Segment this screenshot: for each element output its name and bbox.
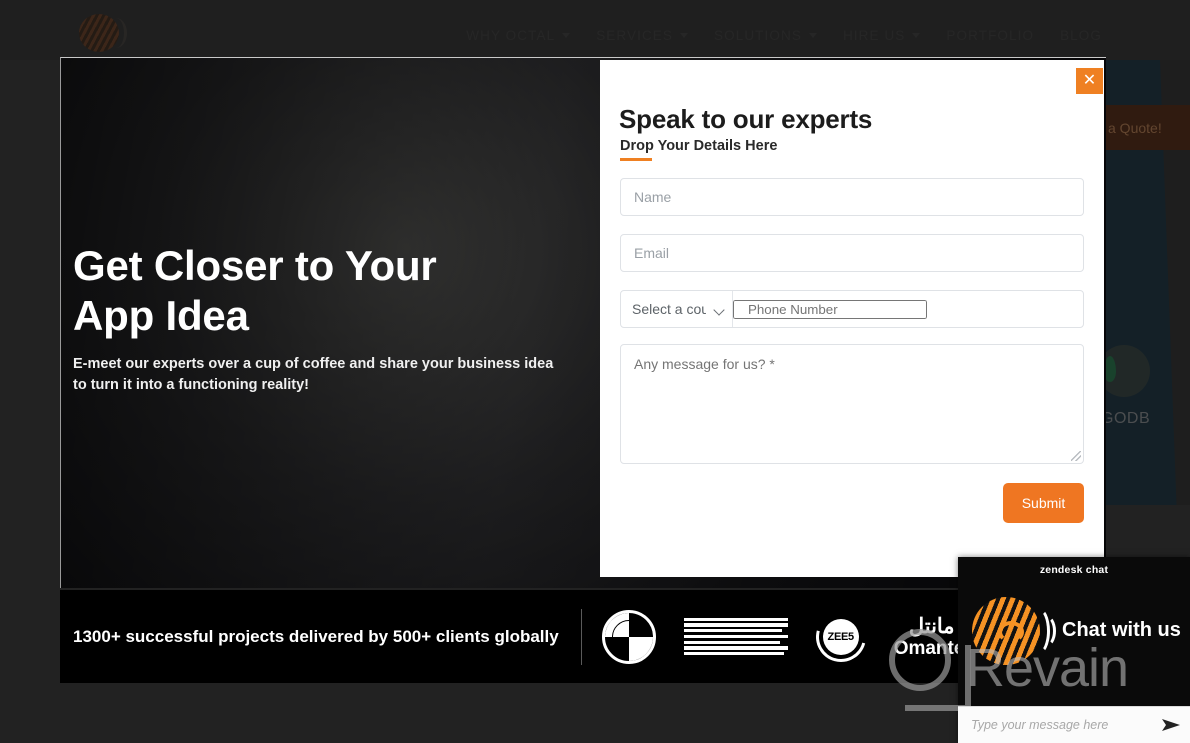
ibm-stripe: [683, 617, 788, 621]
phone-row: Select a cou: [620, 290, 1084, 328]
hero-copy: Get Closer to Your App Idea E-meet our e…: [73, 241, 613, 396]
ibm-stripe: [683, 646, 788, 650]
sound-wave-icon: [1036, 615, 1056, 647]
modal-subtitle: Drop Your Details Here: [620, 138, 778, 154]
ibm-stripe: [683, 652, 784, 656]
zee5-label: ZEE5: [827, 630, 855, 643]
close-icon[interactable]: ✕: [1076, 68, 1103, 94]
hero-title-line-2: App Idea: [73, 291, 249, 339]
send-arrow-icon[interactable]: [1152, 718, 1190, 732]
zee5-logo-icon: ZEE5: [806, 602, 875, 671]
screenshot-root: WHY OCTAL SERVICES SOLUTIONS HIRE US POR…: [0, 0, 1190, 743]
hero-title: Get Closer to Your App Idea: [73, 241, 613, 340]
clients-statement: 1300+ successful projects delivered by 5…: [73, 626, 559, 646]
phone-input[interactable]: [733, 299, 927, 319]
country-select[interactable]: Select a cou: [621, 291, 732, 327]
submit-button[interactable]: Submit: [1003, 483, 1084, 523]
divider: [580, 608, 582, 665]
contact-modal: ✕ Speak to our experts Drop Your Details…: [600, 60, 1104, 577]
zendesk-chat-widget: zendesk chat Chat with us Revain: [889, 557, 1190, 743]
chat-body[interactable]: Chat with us Revain: [889, 583, 1190, 711]
clients-banner-lit: 1300+ successful projects delivered by 5…: [60, 590, 1106, 683]
message-field[interactable]: [620, 344, 1084, 464]
email-field[interactable]: [620, 234, 1084, 272]
hero-title-line-1: Get Closer to Your: [73, 242, 437, 289]
name-input[interactable]: [621, 179, 1083, 215]
client-logo-list: ZEE5 مانتل Omantel: [592, 602, 970, 671]
ibm-stripe: [683, 634, 788, 639]
accent-underline: [620, 158, 652, 161]
name-field[interactable]: [620, 178, 1084, 216]
hero-subtitle: E-meet our experts over a cup of coffee …: [73, 356, 554, 394]
ibm-stripe: [683, 640, 780, 644]
chat-message-input[interactable]: [958, 718, 1152, 732]
chat-cta-label: Chat with us: [1062, 619, 1181, 641]
message-textarea[interactable]: [621, 345, 1083, 463]
omantel-arabic-label: مانتل: [908, 614, 955, 638]
ibm-stripe: [683, 623, 788, 627]
chat-input-row[interactable]: [958, 706, 1190, 743]
bmw-inner-ring: [611, 619, 646, 654]
bmw-logo-icon: [601, 609, 656, 664]
ibm-logo-icon: [683, 617, 788, 656]
country-select-wrapper[interactable]: Select a cou: [621, 291, 733, 327]
chat-header-label: zendesk chat: [1039, 564, 1109, 576]
phone-field[interactable]: [733, 291, 1083, 327]
ibm-stripe: [683, 629, 782, 633]
modal-title: Speak to our experts: [619, 104, 873, 134]
logo-swirl-icon: [998, 621, 1024, 643]
email-input[interactable]: [621, 235, 1083, 271]
